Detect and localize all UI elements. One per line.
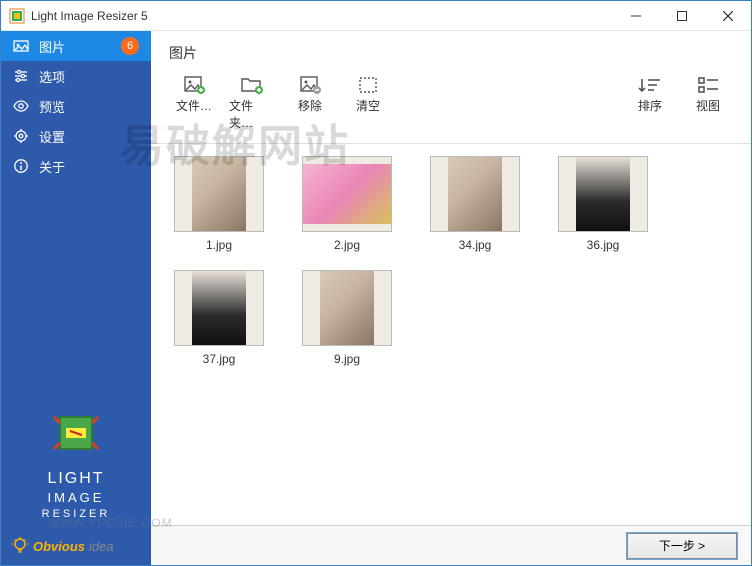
- app-body: 图片 6 选项 预览 设置 关于: [1, 31, 751, 565]
- eye-icon: [13, 98, 29, 114]
- thumbnail-label: 1.jpg: [206, 238, 232, 252]
- thumbnail-item[interactable]: 37.jpg: [169, 270, 269, 366]
- view-button[interactable]: 视图: [683, 73, 733, 116]
- footer: 下一步 >: [151, 525, 751, 565]
- nav-label: 预览: [39, 97, 139, 116]
- brand-logo: LIGHT IMAGE RESIZER: [1, 399, 151, 531]
- maximize-button[interactable]: [659, 1, 705, 31]
- thumbnail-image: [430, 156, 520, 232]
- bulb-icon: [11, 537, 29, 555]
- image-gallery: 1.jpg 2.jpg 34.jpg 36.jpg 37.jpg 9.jpg: [151, 144, 751, 525]
- obviousidea-link[interactable]: Obviousidea: [1, 531, 151, 565]
- content-header: 图片: [151, 31, 751, 67]
- main-panel: 图片 文件… 文件夹… 移除 清空: [151, 31, 751, 565]
- nav-label: 设置: [39, 127, 139, 146]
- thumbnail-label: 37.jpg: [203, 352, 236, 366]
- thumbnails-container: 1.jpg 2.jpg 34.jpg 36.jpg 37.jpg 9.jpg: [169, 156, 733, 366]
- thumbnail-image: [302, 270, 392, 346]
- folder-add-icon: [240, 75, 264, 95]
- window-controls: [613, 1, 751, 31]
- nav-settings[interactable]: 设置: [1, 121, 151, 151]
- thumbnail-image: [174, 156, 264, 232]
- image-remove-icon: [298, 75, 322, 95]
- thumbnail-item[interactable]: 2.jpg: [297, 156, 397, 252]
- nav-label: 选项: [39, 67, 139, 86]
- remove-button[interactable]: 移除: [285, 73, 335, 116]
- gear-icon: [13, 128, 29, 144]
- sidebar: 图片 6 选项 预览 设置 关于: [1, 31, 151, 565]
- app-icon: [9, 8, 25, 24]
- toolbar: 文件… 文件夹… 移除 清空 排序: [151, 67, 751, 144]
- thumbnail-item[interactable]: 34.jpg: [425, 156, 525, 252]
- sort-button[interactable]: 排序: [625, 73, 675, 116]
- clear-button[interactable]: 清空: [343, 73, 393, 116]
- thumbnail-label: 9.jpg: [334, 352, 360, 366]
- thumbnail-label: 34.jpg: [459, 238, 492, 252]
- add-folder-button[interactable]: 文件夹…: [227, 73, 277, 133]
- info-icon: [13, 158, 29, 174]
- brand-text: LIGHT IMAGE RESIZER: [13, 469, 139, 521]
- thumbnail-label: 36.jpg: [587, 238, 620, 252]
- thumbnail-image: [558, 156, 648, 232]
- nav-label: 关于: [39, 157, 139, 176]
- file-add-icon: [182, 75, 206, 95]
- nav-images[interactable]: 图片 6: [1, 31, 151, 61]
- brand-icon: [52, 409, 100, 457]
- minimize-button[interactable]: [613, 1, 659, 31]
- view-icon: [696, 75, 720, 95]
- sort-icon: [638, 75, 662, 95]
- titlebar: Light Image Resizer 5: [1, 1, 751, 31]
- nav-about[interactable]: 关于: [1, 151, 151, 181]
- images-icon: [13, 38, 29, 54]
- thumbnail-item[interactable]: 36.jpg: [553, 156, 653, 252]
- app-window: Light Image Resizer 5 图片 6 选项 预览: [0, 0, 752, 566]
- nav-preview[interactable]: 预览: [1, 91, 151, 121]
- window-title: Light Image Resizer 5: [31, 9, 613, 23]
- thumbnail-item[interactable]: 1.jpg: [169, 156, 269, 252]
- nav-list: 图片 6 选项 预览 设置 关于: [1, 31, 151, 181]
- thumbnail-image: [302, 156, 392, 232]
- thumbnail-label: 2.jpg: [334, 238, 360, 252]
- clear-icon: [356, 75, 380, 95]
- nav-options[interactable]: 选项: [1, 61, 151, 91]
- images-count-badge: 6: [121, 37, 139, 55]
- nav-label: 图片: [39, 37, 111, 56]
- close-button[interactable]: [705, 1, 751, 31]
- sliders-icon: [13, 68, 29, 84]
- thumbnail-item[interactable]: 9.jpg: [297, 270, 397, 366]
- thumbnail-image: [174, 270, 264, 346]
- next-button[interactable]: 下一步 >: [627, 533, 737, 559]
- add-files-button[interactable]: 文件…: [169, 73, 219, 116]
